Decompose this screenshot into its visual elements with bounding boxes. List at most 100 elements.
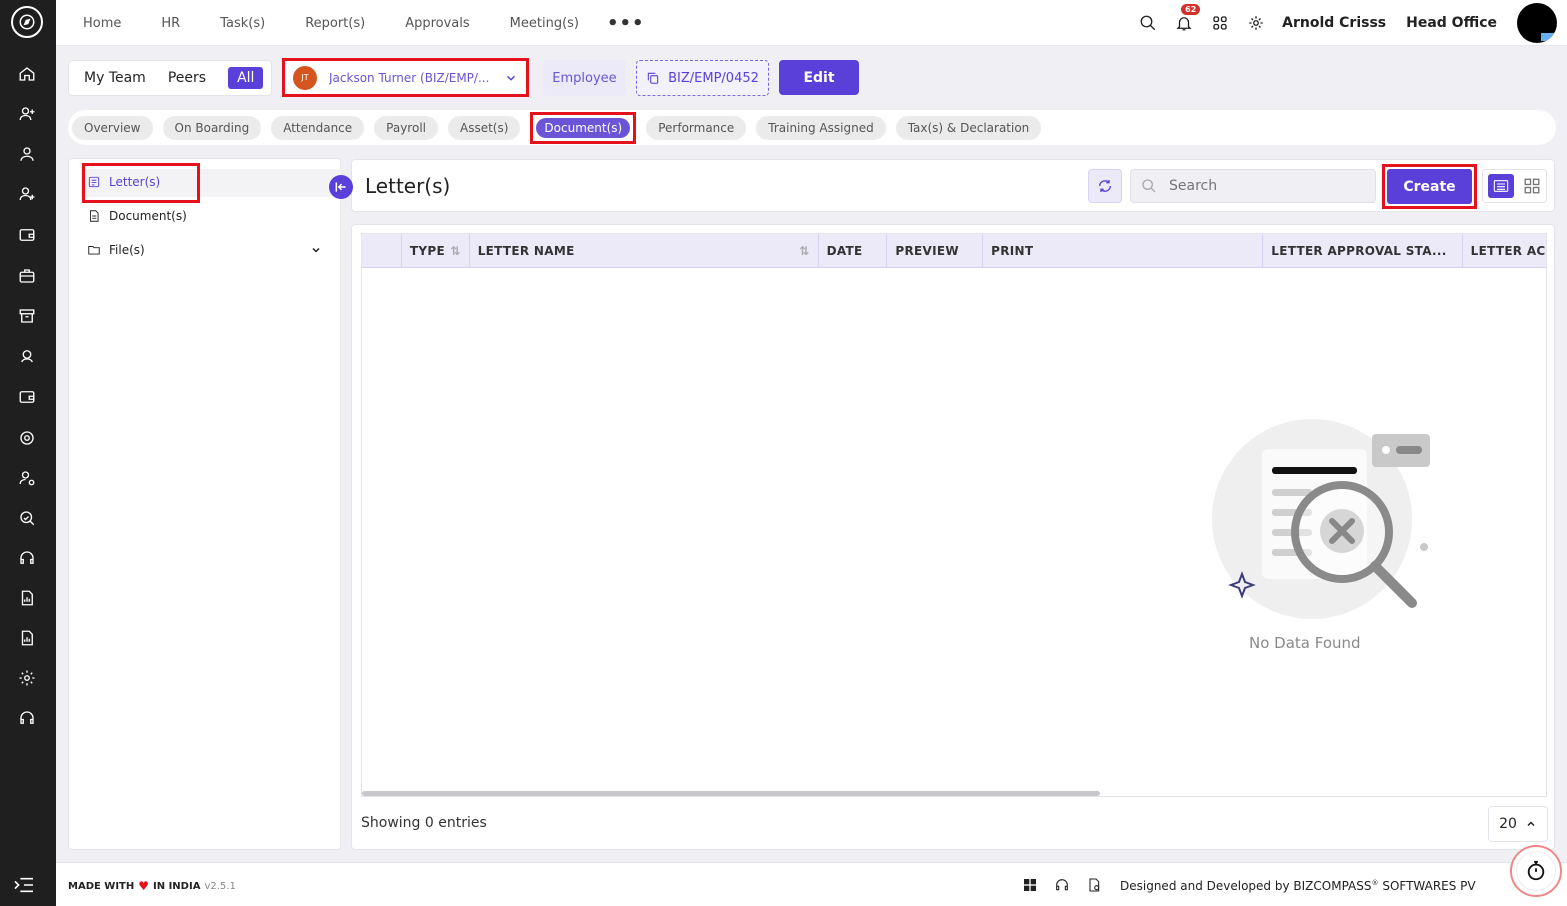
sort-icon[interactable]: ⇅ xyxy=(450,244,460,258)
menu-tasks[interactable]: Task(s) xyxy=(200,16,285,31)
view-toggle xyxy=(1482,169,1547,203)
support-icon[interactable] xyxy=(17,346,37,366)
designed-by: Designed and Developed by BIZCOMPASS® SO… xyxy=(1120,879,1476,893)
user-name[interactable]: Arnold Crisss xyxy=(1282,15,1386,31)
employee-code-chip[interactable]: BIZ/EMP/0452 xyxy=(636,60,769,96)
page-size-select[interactable]: 20 xyxy=(1488,806,1548,842)
archive-icon[interactable] xyxy=(17,306,37,326)
folder-icon xyxy=(88,246,100,255)
edit-button[interactable]: Edit xyxy=(779,60,859,95)
refresh-button[interactable] xyxy=(1088,169,1122,203)
settings-gear-icon[interactable] xyxy=(1246,13,1266,33)
wallet-icon[interactable] xyxy=(17,225,37,245)
grid-view-icon[interactable] xyxy=(1523,177,1541,195)
expand-menu-icon[interactable] xyxy=(13,876,35,898)
create-button-highlight: Create xyxy=(1382,164,1477,209)
menu-files[interactable]: File(s) xyxy=(87,243,322,257)
menu-meetings[interactable]: Meeting(s) xyxy=(490,16,599,31)
chart-search-icon[interactable] xyxy=(17,508,37,528)
all-option[interactable]: All xyxy=(228,67,264,89)
tab-assets[interactable]: Asset(s) xyxy=(448,115,521,140)
my-team-option[interactable]: My Team xyxy=(84,70,146,86)
report-icon[interactable] xyxy=(17,588,37,608)
page-size-value: 20 xyxy=(1499,816,1517,832)
target-icon[interactable] xyxy=(17,428,37,448)
collapse-panel-icon[interactable] xyxy=(329,175,353,199)
apps-grid-icon[interactable] xyxy=(1210,13,1230,33)
search-icon xyxy=(1142,179,1156,193)
refresh-icon xyxy=(1099,180,1111,192)
office-name[interactable]: Head Office xyxy=(1406,15,1497,31)
no-data-illustration xyxy=(1212,419,1430,619)
menu-letters[interactable]: Letter(s) xyxy=(87,175,160,189)
sort-icon[interactable]: ⇅ xyxy=(799,244,809,258)
windows-icon[interactable] xyxy=(1022,877,1038,893)
menu-approvals[interactable]: Approvals xyxy=(385,16,489,31)
no-data-text: No Data Found xyxy=(1249,634,1361,652)
user-avatar[interactable] xyxy=(1517,3,1557,43)
employee-name: Jackson Turner (BIZ/EMP/... xyxy=(329,70,490,85)
page-title: Letter(s) xyxy=(365,174,451,198)
heart-icon: ♥ xyxy=(138,879,150,893)
tab-training-assigned[interactable]: Training Assigned xyxy=(756,115,886,140)
timer-button[interactable] xyxy=(1510,845,1562,897)
column-print[interactable]: PRINT xyxy=(983,234,1264,267)
column-type[interactable]: TYPE ⇅ xyxy=(402,234,470,267)
tab-payroll[interactable]: Payroll xyxy=(374,115,438,140)
tab-on-boarding[interactable]: On Boarding xyxy=(162,115,262,140)
horizontal-scrollbar[interactable] xyxy=(362,791,1100,796)
tab-tax-declaration[interactable]: Tax(s) & Declaration xyxy=(895,115,1042,140)
home-icon[interactable] xyxy=(17,64,37,84)
menu-reports[interactable]: Report(s) xyxy=(285,16,385,31)
chevron-down-icon[interactable] xyxy=(310,244,322,256)
peers-option[interactable]: Peers xyxy=(168,70,206,86)
footer: MADE WITH ♥ IN INDIA v2.5.1 Designed and… xyxy=(56,862,1567,906)
search-input[interactable] xyxy=(1169,178,1359,194)
briefcase-icon[interactable] xyxy=(17,266,37,286)
menu-home[interactable]: Home xyxy=(56,16,141,31)
notification-bell-icon[interactable]: 62 xyxy=(1174,4,1201,33)
tab-attendance[interactable]: Attendance xyxy=(271,115,365,140)
employee-select[interactable]: JT Jackson Turner (BIZ/EMP/... xyxy=(282,58,529,97)
notification-badge: 62 xyxy=(1181,4,1201,15)
headset-icon[interactable] xyxy=(17,708,37,728)
footer-icons xyxy=(1022,877,1102,893)
letters-table-panel: TYPE ⇅ LETTER NAME ⇅ DATE PREVIEW PRINT LE… xyxy=(351,224,1555,850)
column-letter-approval-status[interactable]: LETTER APPROVAL STA... xyxy=(1263,234,1463,267)
search-icon[interactable] xyxy=(1138,13,1158,33)
top-navbar: Home HR Task(s) Report(s) Approvals Meet… xyxy=(56,0,1567,46)
add-user-icon[interactable] xyxy=(17,104,37,124)
tab-performance[interactable]: Performance xyxy=(646,115,747,140)
column-preview[interactable]: PREVIEW xyxy=(887,234,984,267)
column-type-label: TYPE xyxy=(409,243,445,258)
tab-overview[interactable]: Overview xyxy=(72,115,153,140)
more-menu-icon[interactable]: ••• xyxy=(599,13,645,34)
report-icon[interactable] xyxy=(17,628,37,648)
compass-logo-icon[interactable] xyxy=(11,6,43,38)
menu-documents[interactable]: Document(s) xyxy=(87,209,187,223)
column-date[interactable]: DATE xyxy=(819,234,888,267)
policy-icon[interactable] xyxy=(1086,877,1102,893)
tab-documents[interactable]: Document(s) xyxy=(530,111,637,144)
headset-icon[interactable] xyxy=(17,548,37,568)
wallet-icon[interactable] xyxy=(17,387,37,407)
headset-icon[interactable] xyxy=(1054,877,1070,893)
column-letter-name-label: LETTER NAME xyxy=(477,243,575,258)
list-view-icon[interactable] xyxy=(1487,174,1514,198)
team-switch: My Team Peers All xyxy=(68,60,272,96)
search-box[interactable] xyxy=(1130,169,1376,203)
user-icon[interactable] xyxy=(17,144,37,164)
top-menu: Home HR Task(s) Report(s) Approvals Meet… xyxy=(56,0,645,46)
column-letter-name[interactable]: LETTER NAME ⇅ xyxy=(470,234,819,267)
company-name[interactable]: BIZCOMPASS xyxy=(1293,879,1371,893)
menu-documents-label: Document(s) xyxy=(109,209,187,223)
add-user-icon[interactable] xyxy=(17,184,37,204)
create-button[interactable]: Create xyxy=(1387,169,1472,204)
column-letter-action[interactable]: LETTER AC xyxy=(1463,234,1546,267)
user-settings-icon[interactable] xyxy=(17,468,37,488)
made-with-text: MADE WITH xyxy=(68,880,135,892)
in-india-text: IN INDIA xyxy=(153,880,201,892)
gear-icon[interactable] xyxy=(17,668,37,688)
top-right-controls: 62 Arnold Crisss Head Office xyxy=(1138,0,1567,46)
menu-hr[interactable]: HR xyxy=(141,16,200,31)
